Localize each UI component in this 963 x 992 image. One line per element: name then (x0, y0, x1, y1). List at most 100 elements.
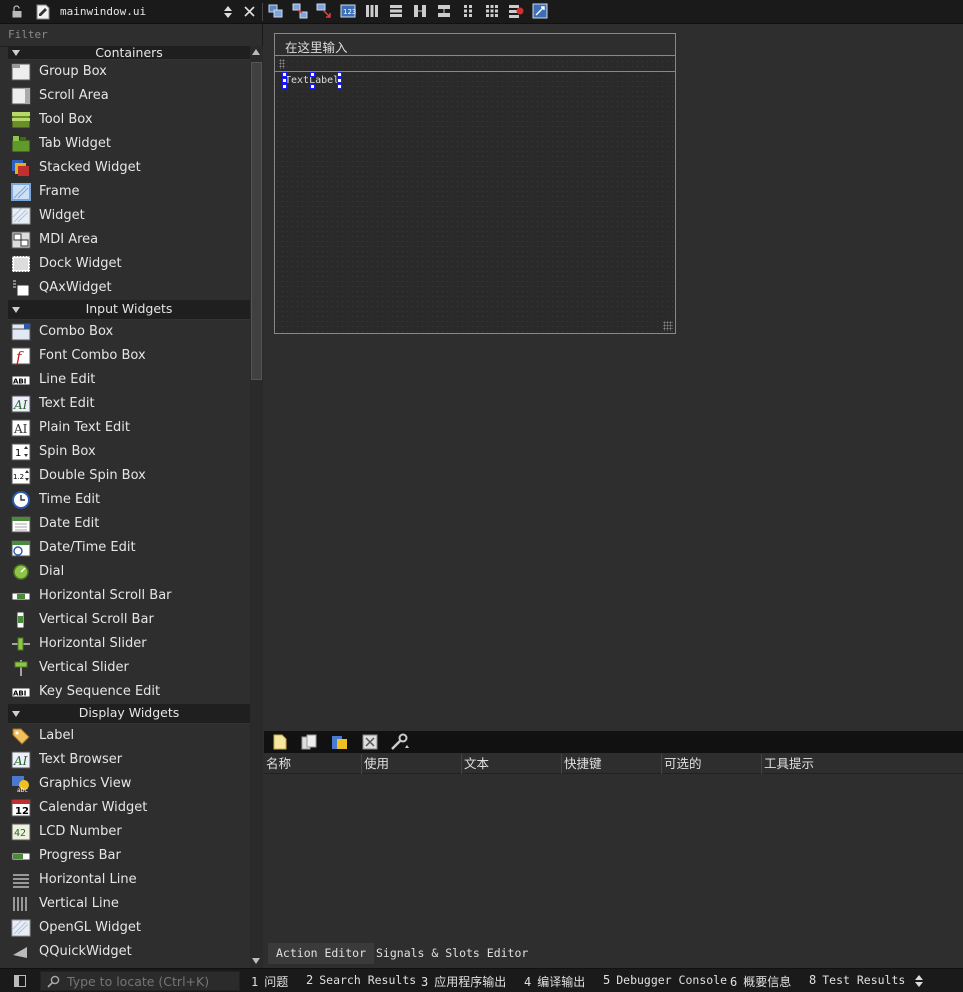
widget-spin-box[interactable]: 1 Spin Box (8, 440, 250, 464)
widget-time-edit[interactable]: Time Edit (8, 488, 250, 512)
widget-opengl-widget[interactable]: OpenGL Widget (8, 916, 250, 940)
widget-box-scrollbar[interactable] (250, 46, 263, 968)
selection-handle[interactable] (337, 78, 342, 83)
widget-qaxwidget[interactable]: QAxWidget (8, 276, 250, 300)
output-pane-general-messages[interactable]: 6 概要信息 (730, 973, 791, 990)
widget-horizontal-line[interactable]: Horizontal Line (8, 868, 250, 892)
category-input-widgets[interactable]: Input Widgets (8, 300, 250, 320)
widget-group-box[interactable]: Group Box (8, 60, 250, 84)
widget-horizontal-scroll-bar[interactable]: Horizontal Scroll Bar (8, 584, 250, 608)
widget-combo-box[interactable]: Combo Box (8, 320, 250, 344)
form-menubar[interactable]: 在这里输入 (275, 34, 675, 56)
layout-h-splitter-button[interactable] (410, 2, 430, 20)
widget-label[interactable]: Label (8, 724, 250, 748)
close-document-icon[interactable] (243, 5, 256, 18)
widget-datetime-edit[interactable]: Date/Time Edit (8, 536, 250, 560)
updown-arrows-icon[interactable] (914, 974, 924, 988)
widget-calendar-widget[interactable]: 12 Calendar Widget (8, 796, 250, 820)
layout-vertical-button[interactable] (386, 2, 406, 20)
edit-tab-order-button[interactable]: 123 (338, 2, 358, 20)
widget-text-browser[interactable]: AI Text Browser (8, 748, 250, 772)
selection-handle[interactable] (282, 78, 287, 83)
widget-double-spin-box[interactable]: 1.2 Double Spin Box (8, 464, 250, 488)
widget-font-combo-box[interactable]: f Font Combo Box (8, 344, 250, 368)
delete-action-button[interactable] (360, 733, 380, 751)
category-display-widgets[interactable]: Display Widgets (8, 704, 250, 724)
widget-mdi-area[interactable]: MDI Area (8, 228, 250, 252)
widget-qquickwidget[interactable]: QQuickWidget (8, 940, 250, 964)
column-header-name[interactable]: 名称 (264, 754, 362, 774)
updown-arrows-icon[interactable] (223, 5, 233, 19)
widget-graphics-view[interactable]: abc Graphics View (8, 772, 250, 796)
edit-buddies-button[interactable] (314, 2, 334, 20)
output-pane-compile-output[interactable]: 4 编译输出 (524, 973, 585, 990)
layout-form-button[interactable] (458, 2, 478, 20)
column-header-tooltip[interactable]: 工具提示 (762, 754, 963, 774)
widget-vertical-line[interactable]: Vertical Line (8, 892, 250, 916)
layout-horizontal-button[interactable] (362, 2, 382, 20)
widget-key-sequence-edit[interactable]: ABI Key Sequence Edit (8, 680, 250, 704)
scrollbar-handle[interactable] (251, 62, 262, 380)
widget-line-edit[interactable]: ABI Line Edit (8, 368, 250, 392)
open-documents-combo[interactable]: mainwindow.ui (0, 0, 240, 24)
widget-lcd-number[interactable]: 42 LCD Number (8, 820, 250, 844)
menu-type-here[interactable]: 在这里输入 (285, 37, 348, 56)
text-label-widget[interactable]: TextLabel (282, 72, 342, 89)
copy-action-button[interactable] (300, 733, 320, 751)
toolbar-grip[interactable] (279, 59, 285, 69)
new-action-button[interactable] (270, 733, 290, 751)
locator[interactable] (40, 971, 240, 991)
output-pane-issues[interactable]: 1 问题 (251, 973, 288, 990)
form-mainwindow[interactable]: 在这里输入 TextLabel (274, 33, 676, 334)
column-header-shortcut[interactable]: 快捷键 (562, 754, 662, 774)
unlock-icon[interactable] (12, 5, 22, 18)
widget-horizontal-slider[interactable]: Horizontal Slider (8, 632, 250, 656)
selection-handle[interactable] (310, 72, 315, 77)
toggle-sidebar-icon[interactable] (14, 975, 26, 987)
selection-handle[interactable] (310, 84, 315, 89)
form-resize-grip[interactable] (663, 321, 673, 331)
widget-tab-widget[interactable]: Tab Widget (8, 132, 250, 156)
selection-handle[interactable] (282, 84, 287, 89)
output-pane-app-output[interactable]: 3 应用程序输出 (421, 973, 506, 990)
widget-frame[interactable]: Frame (8, 180, 250, 204)
widget-vertical-scroll-bar[interactable]: Vertical Scroll Bar (8, 608, 250, 632)
paste-action-button[interactable] (330, 733, 350, 751)
adjust-size-button[interactable] (530, 2, 550, 20)
widget-date-edit[interactable]: Date Edit (8, 512, 250, 536)
column-header-checkable[interactable]: 可选的 (662, 754, 762, 774)
widget-widget[interactable]: Widget (8, 204, 250, 228)
widget-plain-text-edit[interactable]: AI Plain Text Edit (8, 416, 250, 440)
tab-action-editor[interactable]: Action Editor (268, 943, 375, 964)
widget-progress-bar[interactable]: Progress Bar (8, 844, 250, 868)
widget-dock-widget[interactable]: Dock Widget (8, 252, 250, 276)
form-toolbar[interactable] (275, 56, 675, 72)
widget-text-edit[interactable]: AI Text Edit (8, 392, 250, 416)
selection-handle[interactable] (337, 84, 342, 89)
selection-handle[interactable] (337, 72, 342, 77)
configure-action-button[interactable] (390, 733, 410, 751)
widget-dial[interactable]: Dial (8, 560, 250, 584)
edit-signals-slots-button[interactable] (290, 2, 310, 20)
break-layout-button[interactable] (506, 2, 526, 20)
category-containers[interactable]: Containers (8, 45, 250, 60)
widget-stacked-widget[interactable]: Stacked Widget (8, 156, 250, 180)
output-pane-debugger-console[interactable]: 5 Debugger Console (603, 973, 727, 987)
widget-vertical-slider[interactable]: Vertical Slider (8, 656, 250, 680)
column-header-used[interactable]: 使用 (362, 754, 462, 774)
locator-input[interactable] (67, 973, 237, 989)
widget-tool-box[interactable]: Tool Box (8, 108, 250, 132)
selection-handle[interactable] (282, 72, 287, 77)
scroll-down-arrow-icon[interactable] (252, 958, 260, 964)
column-header-text[interactable]: 文本 (462, 754, 562, 774)
widget-scroll-area[interactable]: Scroll Area (8, 84, 250, 108)
layout-v-splitter-button[interactable] (434, 2, 454, 20)
scroll-up-arrow-icon[interactable] (252, 49, 260, 55)
action-table-body[interactable] (264, 775, 963, 941)
output-pane-search-results[interactable]: 2 Search Results (306, 973, 416, 987)
edit-widgets-button[interactable] (266, 2, 286, 20)
output-pane-test-results[interactable]: 8 Test Results (809, 973, 905, 987)
filter-input[interactable]: Filter (8, 28, 48, 41)
layout-grid-button[interactable] (482, 2, 502, 20)
tab-signals-slots-editor[interactable]: Signals & Slots Editor (368, 943, 536, 964)
